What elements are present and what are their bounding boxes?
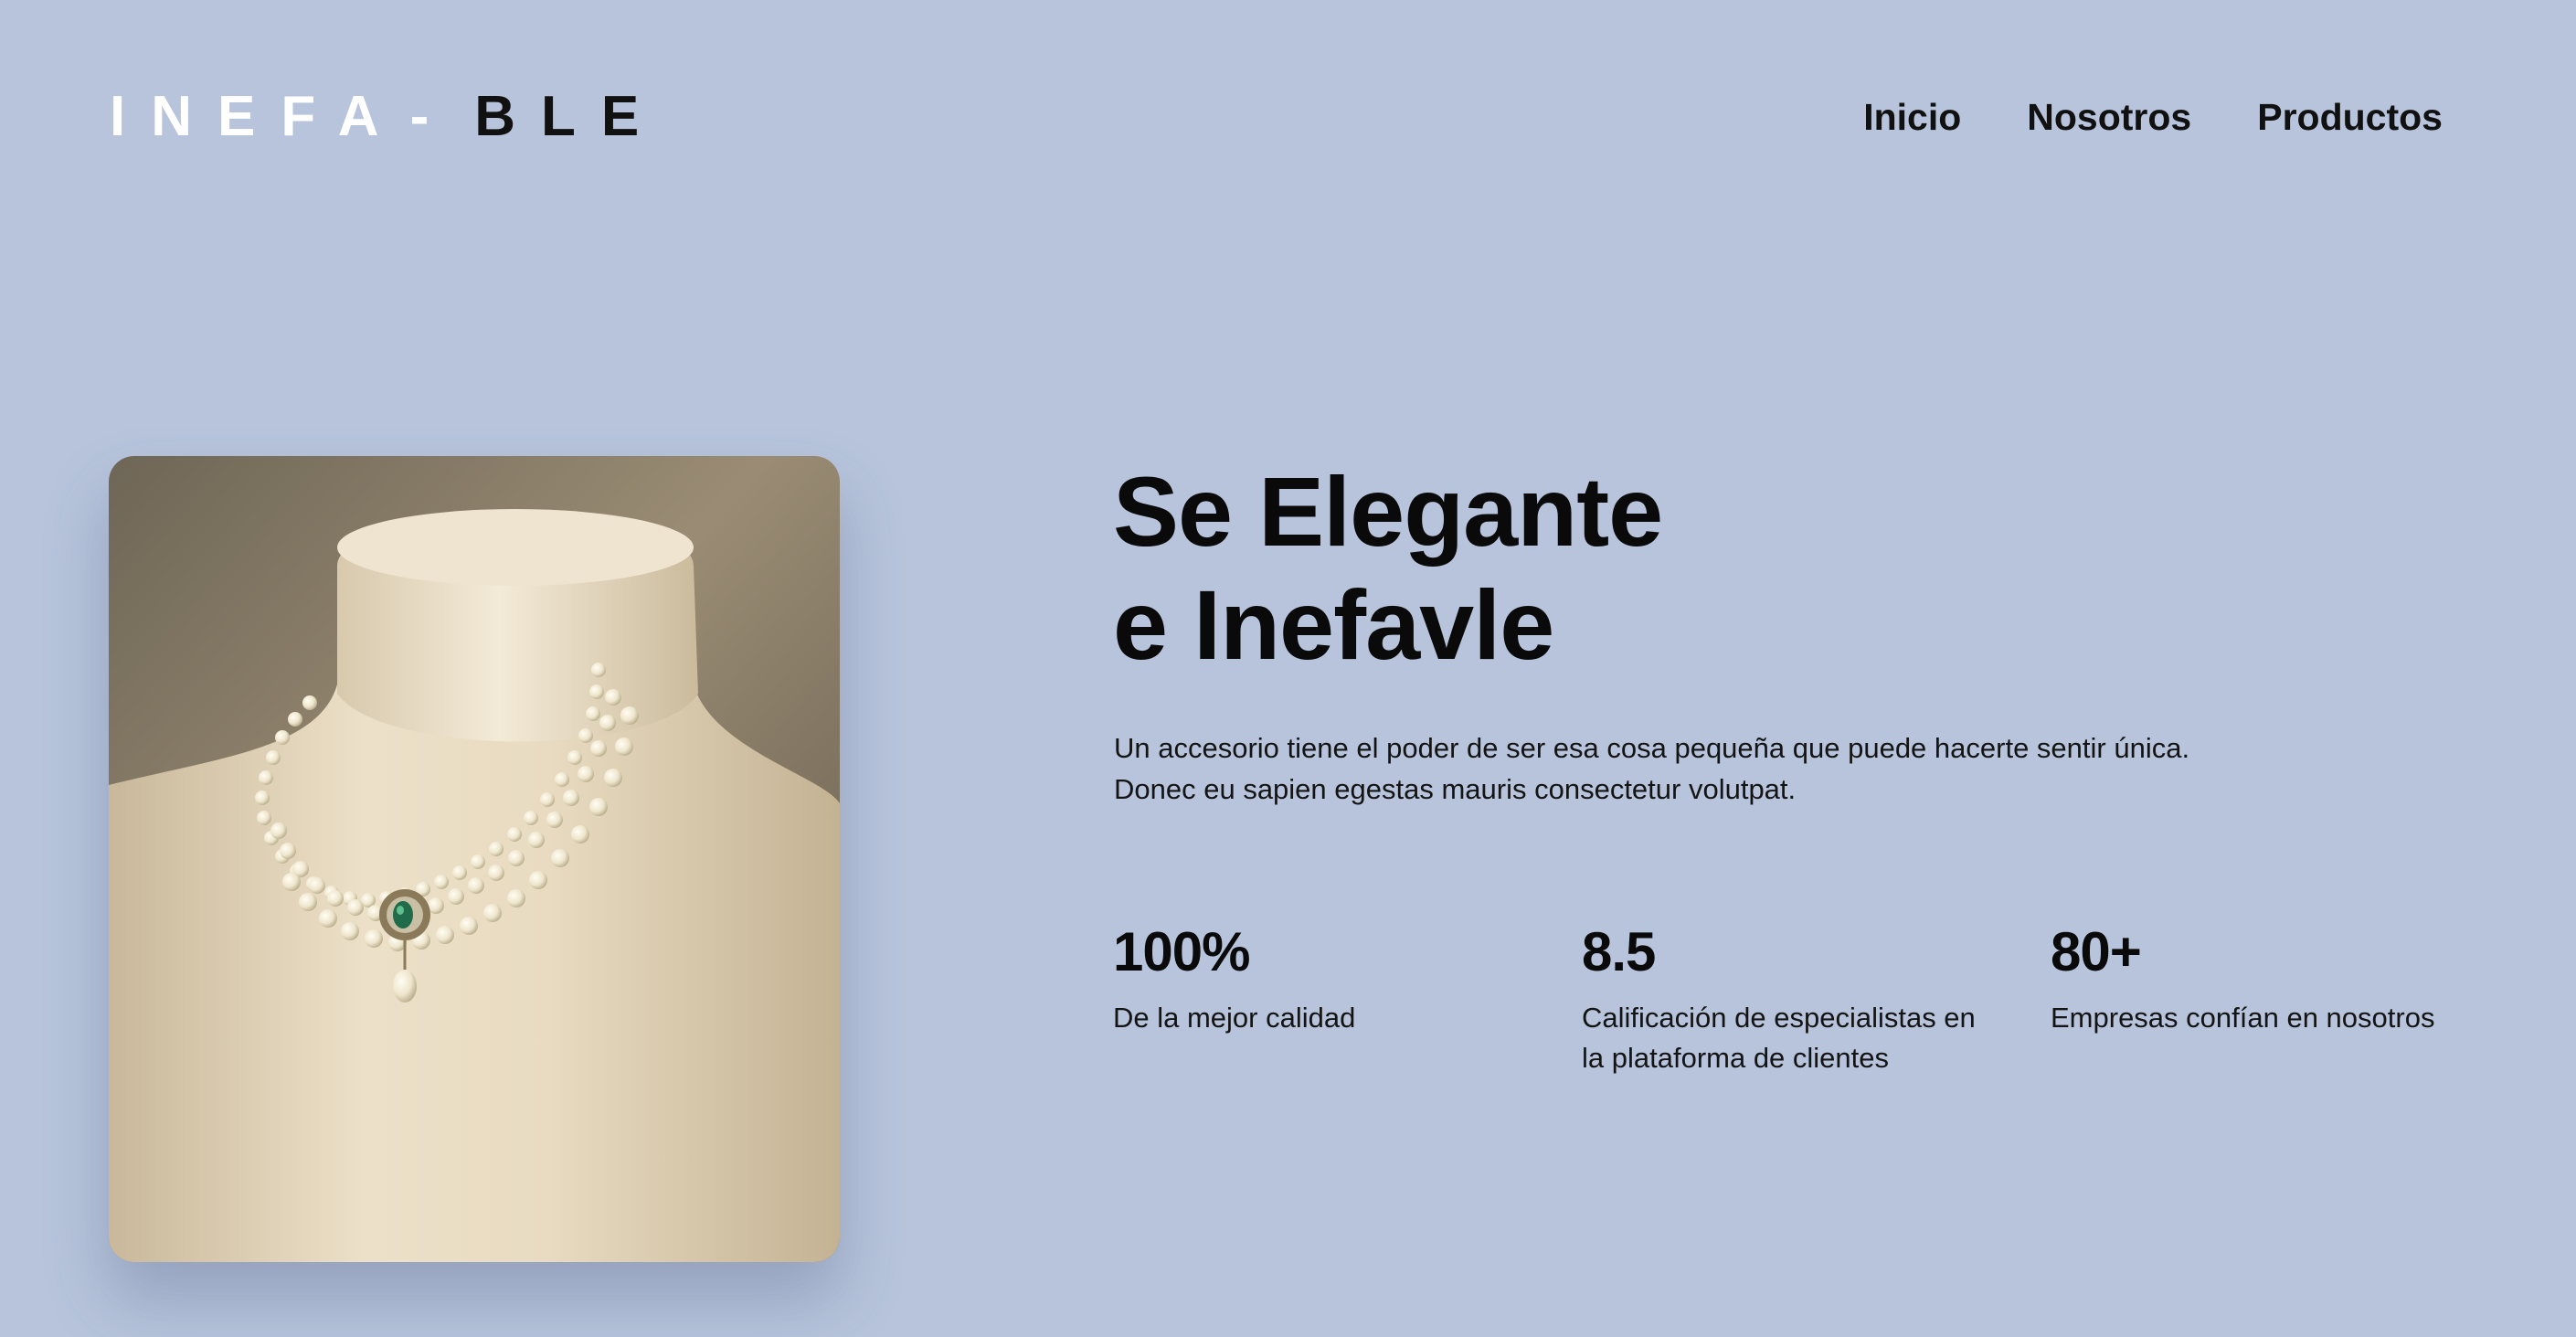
hero-title-line-2: e Inefavle (1113, 569, 1554, 680)
stat-rating: 8.5 Calificación de especialistas en la … (1582, 918, 2020, 1078)
brand-logo[interactable]: INEFA- BLE (110, 84, 664, 150)
stat-label: Calificación de especialistas en la plat… (1582, 998, 2020, 1078)
logo-dash: - (409, 85, 455, 148)
stat-value: 80+ (2051, 921, 2142, 982)
hero-necklace-image (109, 456, 840, 1262)
stat-label-line-2: la plataforma de clientes (1582, 1042, 1890, 1074)
hero-description-line-2: Donec eu sapien egestas mauris consectet… (1114, 773, 1797, 805)
logo-part-light: INEFA (110, 85, 405, 148)
stat-label: De la mejor calidad (1113, 998, 1552, 1038)
stat-label: Empresas confían en nosotros (2051, 998, 2544, 1038)
main-nav: Inicio Nosotros Productos (1863, 90, 2443, 144)
nav-link-productos[interactable]: Productos (2257, 90, 2443, 144)
nav-link-nosotros[interactable]: Nosotros (2027, 90, 2191, 144)
stat-value: 8.5 (1582, 921, 1656, 982)
stat-label-line-1: Calificación de especialistas en (1582, 1002, 1976, 1034)
pearl-necklace-photo (109, 456, 840, 1262)
logo-part-dark: BLE (474, 85, 665, 148)
hero-title: Se Elegante e Inefavle (1113, 455, 1663, 682)
stat-label-line-1: De la mejor calidad (1113, 1002, 1356, 1034)
site-header: INEFA- BLE Inicio Nosotros Productos (0, 0, 2576, 238)
stat-label-line-1: Empresas confían en nosotros (2051, 1002, 2435, 1034)
stat-quality: 100% De la mejor calidad (1113, 918, 1552, 1038)
hero-title-line-1: Se Elegante (1113, 456, 1663, 567)
hero-description-line-1: Un accesorio tiene el poder de ser esa c… (1114, 732, 2190, 764)
stat-companies: 80+ Empresas confían en nosotros (2051, 918, 2544, 1038)
nav-link-inicio[interactable]: Inicio (1863, 90, 1961, 144)
stat-value: 100% (1113, 921, 1250, 982)
hero-description: Un accesorio tiene el poder de ser esa c… (1114, 727, 2375, 810)
